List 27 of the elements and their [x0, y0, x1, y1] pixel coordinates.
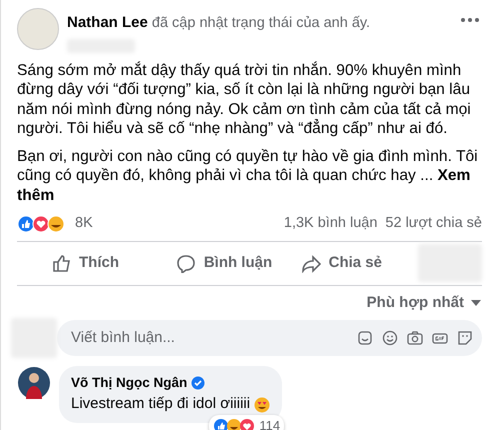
post-text: Bạn ơi, người con nào cũng có quyền tự hào về gia đình mình. Tôi cũng có quyền đó, không phải vì cha tôi là quan chức hay ... Xem thêm: [17, 146, 479, 206]
comment-text: Livestream tiếp đi idol ơiiiiii: [71, 394, 250, 414]
heart-eyes-emoji-icon: [254, 396, 270, 412]
commenter-name[interactable]: Võ Thị Ngọc Ngân: [71, 373, 188, 394]
like-icon: [51, 253, 71, 274]
like-button[interactable]: Thích: [51, 242, 176, 284]
sort-dropdown[interactable]: Phù hợp nhất: [366, 292, 482, 314]
sticker-icon[interactable]: [356, 329, 374, 347]
avatar: [17, 8, 59, 50]
caret-icon: [470, 298, 482, 307]
status-action: đã cập nhật trạng thái của anh ấy.: [152, 15, 370, 31]
comment-reaction-count[interactable]: 114: [259, 416, 280, 430]
comment-count[interactable]: 1,3K bình luận: [284, 213, 378, 235]
comment-icon: [176, 253, 196, 274]
sticker-face-icon[interactable]: [456, 329, 474, 347]
comment-field[interactable]: Viết bình luận...: [57, 320, 482, 356]
camera-icon[interactable]: [406, 329, 424, 347]
avatar: [17, 366, 51, 400]
comment-button[interactable]: Bình luận: [176, 242, 301, 284]
share-count[interactable]: 52 lượt chia sẻ: [385, 213, 482, 235]
comment-input[interactable]: Viết bình luận...: [69, 326, 349, 350]
share-icon: [300, 253, 321, 274]
emoji-icon[interactable]: [381, 329, 399, 347]
reaction-count[interactable]: 8K: [75, 213, 93, 235]
post-text: Sáng sớm mở mắt dậy thấy quá trời tin nhắn. 90% khuyên mình đừng dây với “đối tượng” kia, số ít còn lại là những người bạn lâu năm nói mình đừng nóng nảy. Ok cảm ơn tình cảm của tất cả mọi người. Tôi hiểu và sẽ cố “nhẹ nhàng” và “đẳng cấp” như ai đó.: [17, 60, 472, 139]
share-button[interactable]: Chia sẻ: [300, 242, 418, 284]
author-name[interactable]: Nathan Lee: [67, 14, 148, 31]
